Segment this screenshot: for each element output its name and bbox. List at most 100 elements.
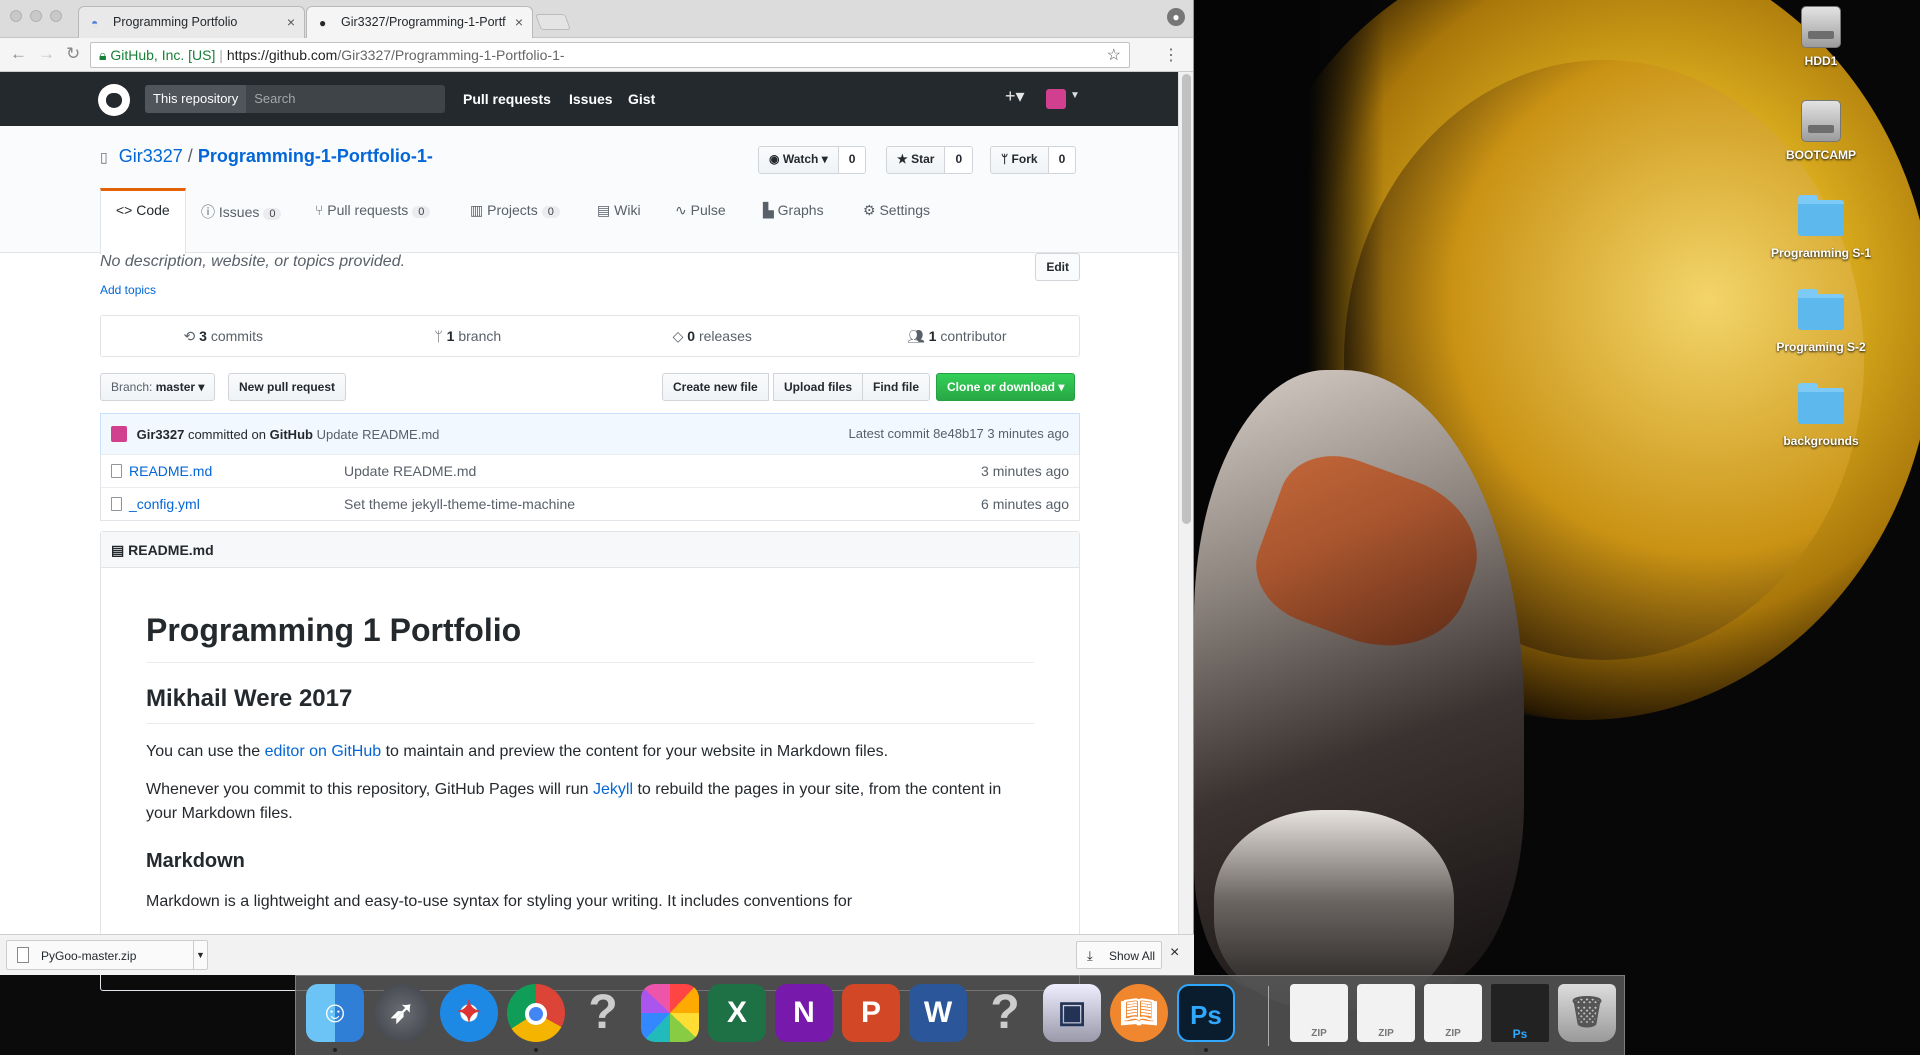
file-row: README.md Update README.md 3 minutes ago [101,454,1079,487]
watch-button[interactable]: ◉ Watch ▾ [758,146,839,174]
tab-programming-portfolio[interactable]: ◓ Programming Portfolio × [78,6,305,38]
readme-subtitle: Mikhail Were 2017 [146,681,1034,724]
clone-or-download-button[interactable]: Clone or download ▾ [936,373,1076,401]
new-tab-button[interactable] [535,14,571,30]
launchpad-icon[interactable]: ➶ [373,984,431,1042]
nav-pull-requests[interactable]: Pull requests [463,91,551,107]
desktop-icon-hdd1[interactable]: HDD1 [1756,6,1886,68]
repo-owner-link[interactable]: Gir3327 [119,146,183,166]
safari-icon[interactable]: ✦ [440,984,498,1042]
repo-name-link[interactable]: Programming-1-Portfolio-1- [198,146,433,166]
desktop-icon-backgrounds[interactable]: backgrounds [1756,383,1886,448]
download-item[interactable]: PyGoo-master.zip ▼ [6,940,208,970]
create-new-file-button[interactable]: Create new file [662,373,769,401]
tab-settings[interactable]: ⚙ Settings [848,188,945,234]
zip-file-icon[interactable]: ZIP [1290,984,1348,1042]
tab-code[interactable]: <> Code [100,188,186,254]
contributors-count[interactable]: 👥︎ 1 contributor [835,316,1080,356]
profile-icon[interactable]: ● [1167,8,1185,26]
preview-icon[interactable]: ▣ [1043,984,1101,1042]
finder-icon[interactable]: ☺ [306,984,364,1042]
edit-button[interactable]: Edit [1035,253,1080,281]
tab-github-repo[interactable]: ● Gir3327/Programming-1-Portf × [306,6,533,38]
file-commit-message[interactable]: Set theme jekyll-theme-time-machine [344,496,575,512]
add-topics-link[interactable]: Add topics [100,283,156,297]
search-scope-label: This repository [145,85,247,113]
tab-pulse[interactable]: ∿ Pulse [660,188,741,234]
star-count[interactable]: 0 [945,146,974,174]
branch-select[interactable]: Branch: master ▾ [100,373,216,401]
new-pull-request-button[interactable]: New pull request [228,373,347,401]
fork-button[interactable]: ᛘ Fork [990,146,1049,174]
commit-sha[interactable]: 8e48b17 [933,426,984,441]
minimize-window-button[interactable] [30,10,42,22]
commit-author[interactable]: Gir3327 [137,427,185,442]
desktop-icon-bootcamp[interactable]: BOOTCAMP [1756,100,1886,162]
forward-arrow-icon[interactable]: → [38,44,55,64]
stack-folder-icon[interactable]: Ps [1491,984,1549,1042]
powerpoint-icon[interactable]: P [842,984,900,1042]
close-icon[interactable]: × [1170,944,1179,962]
search-input[interactable]: Search [246,85,303,112]
kebab-menu-icon[interactable]: ⋮ [1163,45,1179,65]
unknown-app-icon[interactable]: ? [574,984,632,1042]
file-name-link[interactable]: _config.yml [129,496,200,512]
zip-file-icon[interactable]: ZIP [1357,984,1415,1042]
commit-message[interactable]: Update README.md [317,427,440,442]
watch-count[interactable]: 0 [838,146,867,174]
fork-icon: ᛘ [1001,152,1012,166]
close-tab-icon[interactable]: × [515,14,523,30]
desktop-icon-programming-s1[interactable]: Programming S-1 [1756,195,1886,260]
gear-icon: ⚙ [863,202,880,218]
plus-icon[interactable]: +▾ [1005,86,1025,107]
show-all-downloads-button[interactable]: ⤓ Show All [1076,941,1162,969]
onenote-icon[interactable]: N [775,984,833,1042]
chevron-down-icon[interactable]: ▼ [193,941,207,969]
nav-gist[interactable]: Gist [628,91,655,107]
page-scrollbar[interactable] [1178,72,1193,934]
jekyll-link[interactable]: Jekyll [593,781,633,798]
photoshop-icon[interactable]: Ps [1177,984,1235,1042]
scrollbar-thumb[interactable] [1182,74,1191,524]
find-file-button[interactable]: Find file [862,373,930,401]
chevron-down-icon[interactable]: ▼ [1070,90,1080,101]
nav-issues[interactable]: Issues [569,91,613,107]
repo-description: No description, website, or topics provi… [100,253,406,270]
fork-count[interactable]: 0 [1048,146,1077,174]
close-tab-icon[interactable]: × [287,14,295,30]
upload-files-button[interactable]: Upload files [773,373,864,401]
commits-count[interactable]: ⟲ 3 commits [101,316,346,356]
reload-icon[interactable]: ↻ [66,44,80,64]
tab-projects[interactable]: ▥ Projects 0 [455,188,575,234]
trash-icon[interactable]: 🗑︎ [1558,984,1616,1042]
editor-link[interactable]: editor on GitHub [265,743,382,760]
github-logo-icon[interactable] [98,84,130,116]
releases-count[interactable]: ◇ 0 releases [590,316,835,356]
tab-title: Gir3327/Programming-1-Portf [341,15,506,29]
word-icon[interactable]: W [909,984,967,1042]
ibooks-icon[interactable]: 📖︎ [1110,984,1168,1042]
avatar[interactable] [111,426,127,442]
desktop-icon-programing-s2[interactable]: Programing S-2 [1756,289,1886,354]
tab-pull-requests[interactable]: ⑂ Pull requests 0 [300,188,445,234]
tab-graphs[interactable]: ▙ Graphs [748,188,839,234]
close-window-button[interactable] [10,10,22,22]
excel-icon[interactable]: X [708,984,766,1042]
people-icon: 👥︎ [906,328,929,344]
branch-count[interactable]: ᛘ 1 branch [346,316,591,356]
search-box[interactable]: This repository Search [145,85,445,113]
file-name-link[interactable]: README.md [129,463,212,479]
tab-wiki[interactable]: ▤ Wiki [582,188,656,234]
avatar[interactable] [1046,89,1066,109]
chrome-icon[interactable] [507,984,565,1042]
tab-issues[interactable]: ⓘ Issues 0 [186,188,296,234]
star-button[interactable]: ★ Star [886,146,946,174]
address-bar[interactable]: 🔒︎ GitHub, Inc. [US] | https://github.co… [90,42,1130,68]
back-arrow-icon[interactable]: ← [10,44,27,64]
file-commit-message[interactable]: Update README.md [344,463,476,479]
zip-file-icon[interactable]: ZIP [1424,984,1482,1042]
photos-icon[interactable] [641,984,699,1042]
bookmark-star-icon[interactable]: ☆ [1107,45,1121,65]
unknown-app-icon[interactable]: ? [976,984,1034,1042]
maximize-window-button[interactable] [50,10,62,22]
